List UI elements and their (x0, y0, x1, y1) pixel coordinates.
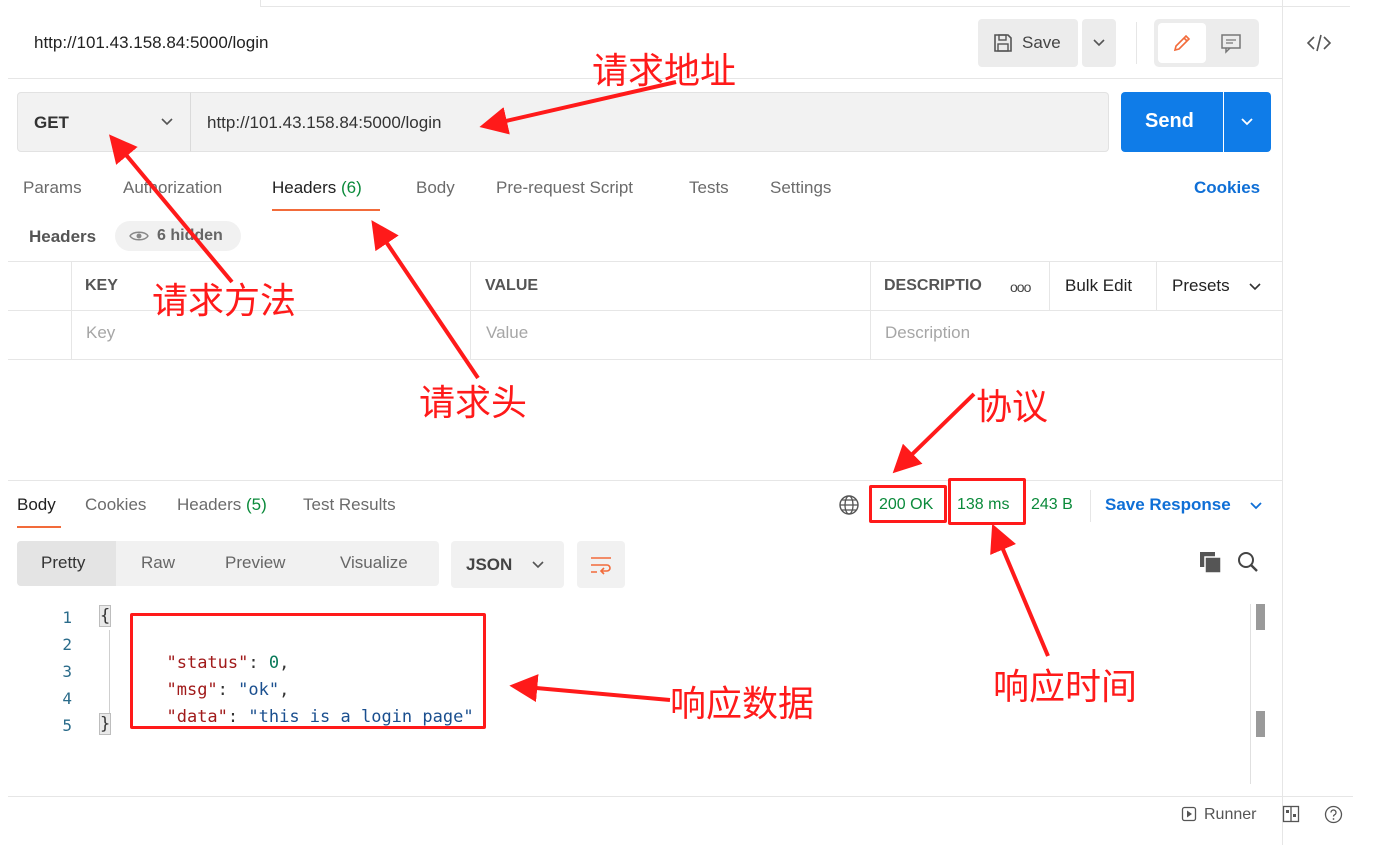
annotation-time: 响应时间 (993, 667, 1138, 708)
arrow-method (109, 134, 234, 284)
arrow-time (990, 523, 1050, 657)
annotation-method: 请求方法 (152, 281, 297, 322)
arrow-data (509, 674, 671, 703)
annotation-protocol: 协议 (976, 387, 1049, 428)
annotation-data: 响应数据 (670, 684, 815, 725)
annotation-headers: 请求头 (419, 383, 528, 424)
arrow-headers (371, 220, 480, 380)
arrow-protocol (892, 392, 976, 474)
annotation-address: 请求地址 (592, 51, 737, 92)
